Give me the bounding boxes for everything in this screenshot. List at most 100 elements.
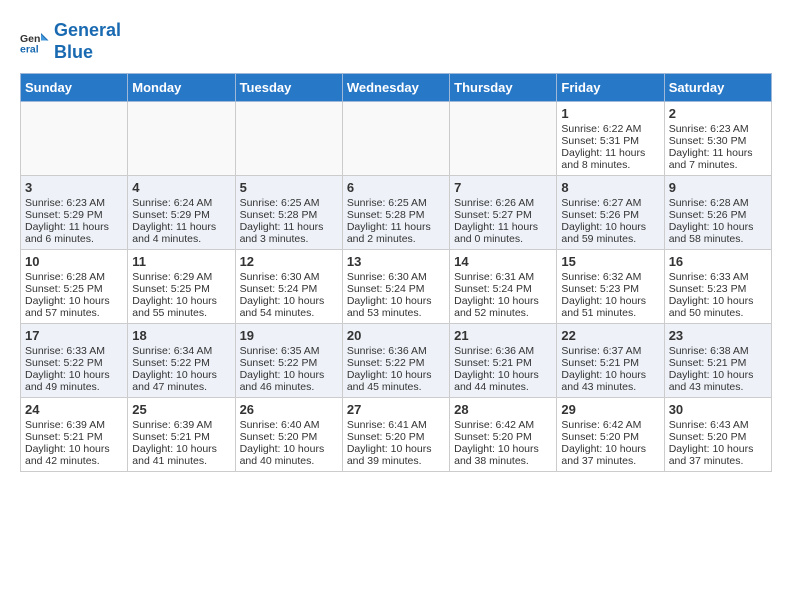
weekday-header-saturday: Saturday bbox=[664, 74, 771, 102]
weekday-header-monday: Monday bbox=[128, 74, 235, 102]
day-number: 16 bbox=[669, 254, 767, 269]
day-info-line: Daylight: 10 hours and 51 minutes. bbox=[561, 295, 659, 319]
day-info-line: Sunrise: 6:41 AM bbox=[347, 419, 445, 431]
day-number: 25 bbox=[132, 402, 230, 417]
day-info-line: Sunset: 5:20 PM bbox=[454, 431, 552, 443]
day-number: 9 bbox=[669, 180, 767, 195]
weekday-header-row: SundayMondayTuesdayWednesdayThursdayFrid… bbox=[21, 74, 772, 102]
day-info-line: Sunset: 5:24 PM bbox=[347, 283, 445, 295]
day-info-line: Daylight: 10 hours and 43 minutes. bbox=[669, 369, 767, 393]
calendar-cell: 7Sunrise: 6:26 AMSunset: 5:27 PMDaylight… bbox=[450, 176, 557, 250]
day-number: 29 bbox=[561, 402, 659, 417]
calendar-cell: 14Sunrise: 6:31 AMSunset: 5:24 PMDayligh… bbox=[450, 250, 557, 324]
day-info-line: Sunrise: 6:36 AM bbox=[347, 345, 445, 357]
day-info-line: Sunset: 5:20 PM bbox=[561, 431, 659, 443]
day-number: 24 bbox=[25, 402, 123, 417]
day-info-line: Sunset: 5:21 PM bbox=[669, 357, 767, 369]
day-info-line: Daylight: 10 hours and 58 minutes. bbox=[669, 221, 767, 245]
day-info-line: Sunset: 5:26 PM bbox=[669, 209, 767, 221]
day-info-line: Daylight: 11 hours and 6 minutes. bbox=[25, 221, 123, 245]
day-info-line: Sunrise: 6:39 AM bbox=[132, 419, 230, 431]
calendar-cell: 30Sunrise: 6:43 AMSunset: 5:20 PMDayligh… bbox=[664, 398, 771, 472]
calendar-cell: 6Sunrise: 6:25 AMSunset: 5:28 PMDaylight… bbox=[342, 176, 449, 250]
calendar-cell: 4Sunrise: 6:24 AMSunset: 5:29 PMDaylight… bbox=[128, 176, 235, 250]
day-info-line: Sunset: 5:21 PM bbox=[25, 431, 123, 443]
day-number: 27 bbox=[347, 402, 445, 417]
day-number: 23 bbox=[669, 328, 767, 343]
day-info-line: Daylight: 10 hours and 57 minutes. bbox=[25, 295, 123, 319]
day-number: 1 bbox=[561, 106, 659, 121]
weekday-header-wednesday: Wednesday bbox=[342, 74, 449, 102]
day-info-line: Daylight: 10 hours and 37 minutes. bbox=[561, 443, 659, 467]
calendar-cell: 10Sunrise: 6:28 AMSunset: 5:25 PMDayligh… bbox=[21, 250, 128, 324]
day-info-line: Sunrise: 6:28 AM bbox=[25, 271, 123, 283]
day-info-line: Sunset: 5:21 PM bbox=[454, 357, 552, 369]
day-number: 6 bbox=[347, 180, 445, 195]
calendar-cell: 27Sunrise: 6:41 AMSunset: 5:20 PMDayligh… bbox=[342, 398, 449, 472]
calendar-cell: 16Sunrise: 6:33 AMSunset: 5:23 PMDayligh… bbox=[664, 250, 771, 324]
day-number: 19 bbox=[240, 328, 338, 343]
calendar-cell: 29Sunrise: 6:42 AMSunset: 5:20 PMDayligh… bbox=[557, 398, 664, 472]
day-info-line: Sunrise: 6:42 AM bbox=[454, 419, 552, 431]
calendar-cell: 21Sunrise: 6:36 AMSunset: 5:21 PMDayligh… bbox=[450, 324, 557, 398]
day-info-line: Daylight: 10 hours and 50 minutes. bbox=[669, 295, 767, 319]
day-info-line: Sunrise: 6:30 AM bbox=[240, 271, 338, 283]
day-info-line: Daylight: 11 hours and 3 minutes. bbox=[240, 221, 338, 245]
day-info-line: Daylight: 10 hours and 42 minutes. bbox=[25, 443, 123, 467]
day-number: 21 bbox=[454, 328, 552, 343]
calendar-table: SundayMondayTuesdayWednesdayThursdayFrid… bbox=[20, 73, 772, 472]
day-info-line: Daylight: 10 hours and 53 minutes. bbox=[347, 295, 445, 319]
day-info-line: Sunrise: 6:25 AM bbox=[347, 197, 445, 209]
svg-text:eral: eral bbox=[20, 43, 39, 55]
logo-icon: Gen eral bbox=[20, 27, 50, 57]
calendar-cell: 13Sunrise: 6:30 AMSunset: 5:24 PMDayligh… bbox=[342, 250, 449, 324]
week-row-1: 1Sunrise: 6:22 AMSunset: 5:31 PMDaylight… bbox=[21, 102, 772, 176]
day-info-line: Sunset: 5:27 PM bbox=[454, 209, 552, 221]
day-info-line: Sunset: 5:24 PM bbox=[454, 283, 552, 295]
day-info-line: Daylight: 10 hours and 49 minutes. bbox=[25, 369, 123, 393]
day-number: 17 bbox=[25, 328, 123, 343]
day-info-line: Daylight: 10 hours and 37 minutes. bbox=[669, 443, 767, 467]
day-info-line: Sunrise: 6:35 AM bbox=[240, 345, 338, 357]
day-info-line: Sunrise: 6:37 AM bbox=[561, 345, 659, 357]
day-info-line: Daylight: 10 hours and 54 minutes. bbox=[240, 295, 338, 319]
day-number: 30 bbox=[669, 402, 767, 417]
calendar-cell: 9Sunrise: 6:28 AMSunset: 5:26 PMDaylight… bbox=[664, 176, 771, 250]
day-number: 8 bbox=[561, 180, 659, 195]
calendar-cell bbox=[450, 102, 557, 176]
day-info-line: Sunset: 5:20 PM bbox=[669, 431, 767, 443]
day-info-line: Daylight: 11 hours and 4 minutes. bbox=[132, 221, 230, 245]
day-number: 12 bbox=[240, 254, 338, 269]
calendar-cell: 20Sunrise: 6:36 AMSunset: 5:22 PMDayligh… bbox=[342, 324, 449, 398]
day-number: 20 bbox=[347, 328, 445, 343]
weekday-header-friday: Friday bbox=[557, 74, 664, 102]
day-info-line: Sunset: 5:29 PM bbox=[25, 209, 123, 221]
day-info-line: Sunset: 5:22 PM bbox=[347, 357, 445, 369]
calendar-cell: 3Sunrise: 6:23 AMSunset: 5:29 PMDaylight… bbox=[21, 176, 128, 250]
calendar-cell: 22Sunrise: 6:37 AMSunset: 5:21 PMDayligh… bbox=[557, 324, 664, 398]
calendar-cell: 5Sunrise: 6:25 AMSunset: 5:28 PMDaylight… bbox=[235, 176, 342, 250]
day-info-line: Sunrise: 6:25 AM bbox=[240, 197, 338, 209]
day-info-line: Sunset: 5:22 PM bbox=[132, 357, 230, 369]
day-info-line: Sunrise: 6:40 AM bbox=[240, 419, 338, 431]
weekday-header-tuesday: Tuesday bbox=[235, 74, 342, 102]
day-info-line: Sunrise: 6:32 AM bbox=[561, 271, 659, 283]
day-info-line: Sunrise: 6:26 AM bbox=[454, 197, 552, 209]
day-info-line: Daylight: 10 hours and 41 minutes. bbox=[132, 443, 230, 467]
day-info-line: Sunset: 5:21 PM bbox=[132, 431, 230, 443]
day-info-line: Daylight: 10 hours and 40 minutes. bbox=[240, 443, 338, 467]
calendar-cell: 15Sunrise: 6:32 AMSunset: 5:23 PMDayligh… bbox=[557, 250, 664, 324]
calendar-cell: 28Sunrise: 6:42 AMSunset: 5:20 PMDayligh… bbox=[450, 398, 557, 472]
week-row-3: 10Sunrise: 6:28 AMSunset: 5:25 PMDayligh… bbox=[21, 250, 772, 324]
calendar-cell: 11Sunrise: 6:29 AMSunset: 5:25 PMDayligh… bbox=[128, 250, 235, 324]
day-info-line: Sunrise: 6:23 AM bbox=[25, 197, 123, 209]
day-info-line: Sunset: 5:20 PM bbox=[240, 431, 338, 443]
day-number: 11 bbox=[132, 254, 230, 269]
day-info-line: Daylight: 10 hours and 39 minutes. bbox=[347, 443, 445, 467]
day-info-line: Daylight: 10 hours and 38 minutes. bbox=[454, 443, 552, 467]
calendar-cell bbox=[342, 102, 449, 176]
day-info-line: Sunrise: 6:31 AM bbox=[454, 271, 552, 283]
day-info-line: Sunrise: 6:23 AM bbox=[669, 123, 767, 135]
calendar-cell: 24Sunrise: 6:39 AMSunset: 5:21 PMDayligh… bbox=[21, 398, 128, 472]
day-info-line: Sunset: 5:22 PM bbox=[25, 357, 123, 369]
